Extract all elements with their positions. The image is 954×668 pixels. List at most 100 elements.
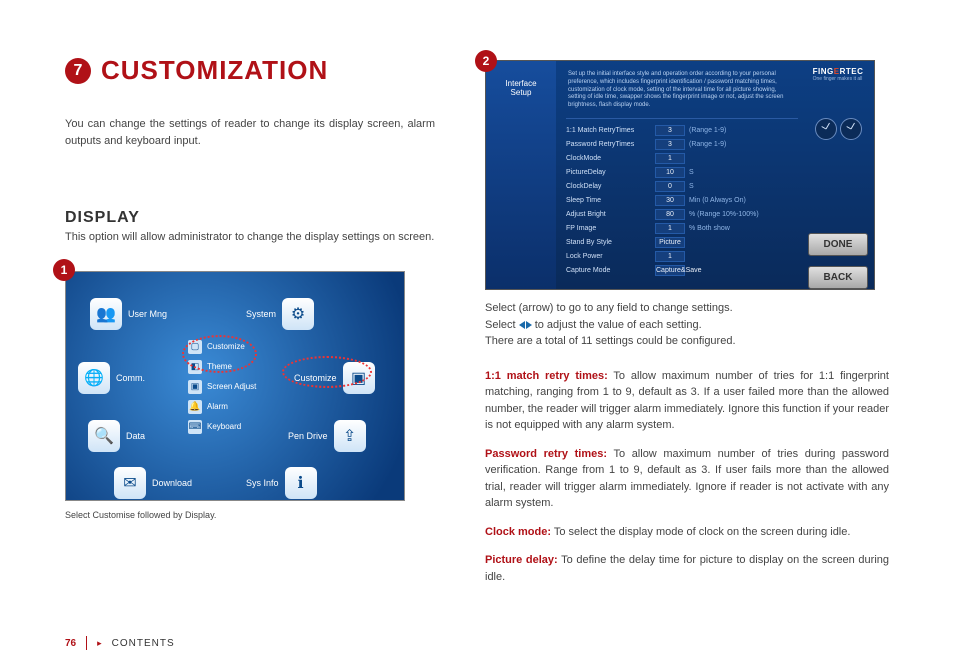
settings-row: Lock Power1 <box>566 251 798 262</box>
screenshot-2: Interface Setup Set up the initial inter… <box>485 60 875 290</box>
screenshot-2-main: Set up the initial interface style and o… <box>556 61 802 289</box>
envelope-icon: ✉ <box>114 467 146 499</box>
setting-note: % Both show <box>689 225 730 232</box>
menu-label: User Mng <box>128 309 167 319</box>
clock-preview <box>815 118 862 140</box>
clock-icon <box>815 118 837 140</box>
setting-label: Adjust Bright <box>566 211 651 218</box>
magnifier-icon: 🔍 <box>88 420 120 452</box>
menu-label: Data <box>126 431 145 441</box>
setting-label: Capture Mode <box>566 267 651 274</box>
screenshot-1: 👥 User Mng System ⚙ 🌐 Comm. Customize ▣ … <box>65 271 405 501</box>
setting-label: Password RetryTimes <box>566 141 651 148</box>
screen-icon: ▣ <box>188 380 202 394</box>
screenshot-2-wrap: 2 Interface Setup Set up the initial int… <box>485 60 889 300</box>
keyboard-icon: ⌨ <box>188 420 202 434</box>
sidebar-title: Setup <box>486 88 556 97</box>
globe-icon: 🌐 <box>78 362 110 394</box>
setting-note: (Range 1-9) <box>689 141 726 148</box>
settings-row: FP Image 1 % Both show <box>566 223 798 234</box>
setting-value[interactable]: Picture <box>655 237 685 248</box>
settings-row: ClockDelay 0S <box>566 181 798 192</box>
para-picture-delay: Picture delay: To define the delay time … <box>485 552 889 585</box>
caret-right-icon: ▸ <box>97 638 102 649</box>
setting-value[interactable]: 1 <box>655 153 685 164</box>
setting-value[interactable]: 1 <box>655 251 685 262</box>
screenshot-2-rightpanel: FINGERTEC One finger makes it all DONE B… <box>802 61 874 289</box>
settings-row: Password RetryTimes 3 (Range 1-9) <box>566 139 798 150</box>
usb-icon: ⇪ <box>334 420 366 452</box>
display-text: This option will allow administrator to … <box>65 229 435 246</box>
page-footer: 76 ▸ CONTENTS <box>0 636 954 650</box>
menu-item-user-mng: 👥 User Mng <box>90 298 167 330</box>
done-button[interactable]: DONE <box>808 233 868 256</box>
setting-note: Min (0 Always On) <box>689 197 746 204</box>
submenu-label: Keyboard <box>207 422 241 431</box>
chapter-title: CUSTOMIZATION <box>101 55 328 86</box>
page-number: 76 <box>65 638 76 649</box>
menu-item-pendrive: Pen Drive ⇪ <box>288 420 366 452</box>
info-icon: ℹ <box>285 467 317 499</box>
display-heading: DISPLAY <box>65 209 435 227</box>
contents-link[interactable]: CONTENTS <box>112 638 175 649</box>
highlight-ring-icon <box>282 356 372 388</box>
para-label: Clock mode: <box>485 526 551 538</box>
setting-value[interactable]: 10 <box>655 167 685 178</box>
chapter-header: 7 CUSTOMIZATION <box>65 55 435 86</box>
setting-value[interactable]: 80 <box>655 209 685 220</box>
menu-item-comm: 🌐 Comm. <box>78 362 145 394</box>
settings-row: Adjust Bright 80 % (Range 10%-100%) <box>566 209 798 220</box>
users-icon: 👥 <box>90 298 122 330</box>
screenshot-2-sidebar: Interface Setup <box>486 61 556 289</box>
setting-value[interactable]: 30 <box>655 195 685 206</box>
para-password-retry: Password retry times: To allow maximum n… <box>485 446 889 512</box>
menu-item-data: 🔍 Data <box>88 420 145 452</box>
screenshot-2-description: Set up the initial interface style and o… <box>566 67 798 119</box>
para-label: Picture delay: <box>485 554 558 566</box>
para-match-retry: 1:1 match retry times: To allow maximum … <box>485 368 889 434</box>
brand-logo: FINGERTEC <box>813 67 864 76</box>
setting-label: 1:1 Match RetryTimes <box>566 127 651 134</box>
setting-label: ClockDelay <box>566 183 651 190</box>
setting-value[interactable]: 3 <box>655 139 685 150</box>
settings-row: Capture Mode Capture&Save <box>566 265 798 276</box>
para-clock-mode: Clock mode: To select the display mode o… <box>485 524 889 541</box>
menu-label: System <box>246 309 276 319</box>
screenshot-1-caption: Select Customise followed by Display. <box>65 509 435 523</box>
setting-label: FP Image <box>566 225 651 232</box>
settings-row: Stand By Style Picture <box>566 237 798 248</box>
submenu-label: Screen Adjust <box>207 382 256 391</box>
step-1-badge: 1 <box>53 259 75 281</box>
setting-note: % (Range 10%-100%) <box>689 211 759 218</box>
para-label: Password retry times: <box>485 448 607 460</box>
settings-row: Sleep Time30Min (0 Always On) <box>566 195 798 206</box>
setting-label: ClockMode <box>566 155 651 162</box>
select-line-2b: to adjust the value of each setting. <box>535 319 702 331</box>
setting-note: S <box>689 183 694 190</box>
setting-label: Stand By Style <box>566 239 651 246</box>
setting-label: PictureDelay <box>566 169 651 176</box>
select-line-3: There are a total of 11 settings could b… <box>485 335 736 347</box>
para-text: To select the display mode of clock on t… <box>551 526 850 538</box>
select-line-1: Select (arrow) to go to any field to cha… <box>485 302 733 314</box>
submenu-label: Alarm <box>207 402 228 411</box>
sidebar-title: Interface <box>486 79 556 88</box>
setting-note: S <box>689 169 694 176</box>
footer-divider <box>86 636 87 650</box>
intro-text: You can change the settings of reader to… <box>65 116 435 149</box>
arrow-left-right-icon <box>519 321 532 329</box>
menu-label: Sys Info <box>246 478 279 488</box>
para-label: 1:1 match retry times: <box>485 370 608 382</box>
setting-value[interactable]: Capture&Save <box>655 265 685 276</box>
setting-value[interactable]: 3 <box>655 125 685 136</box>
menu-item-sysinfo: Sys Info ℹ <box>246 467 317 499</box>
clock-icon <box>840 118 862 140</box>
chapter-number-badge: 7 <box>65 58 91 84</box>
settings-row: ClockMode 1 <box>566 153 798 164</box>
brand-tagline: One finger makes it all <box>813 76 864 82</box>
setting-value[interactable]: 1 <box>655 223 685 234</box>
back-button[interactable]: BACK <box>808 266 868 289</box>
menu-label: Download <box>152 478 192 488</box>
setting-value[interactable]: 0 <box>655 181 685 192</box>
step-2-badge: 2 <box>475 50 497 72</box>
